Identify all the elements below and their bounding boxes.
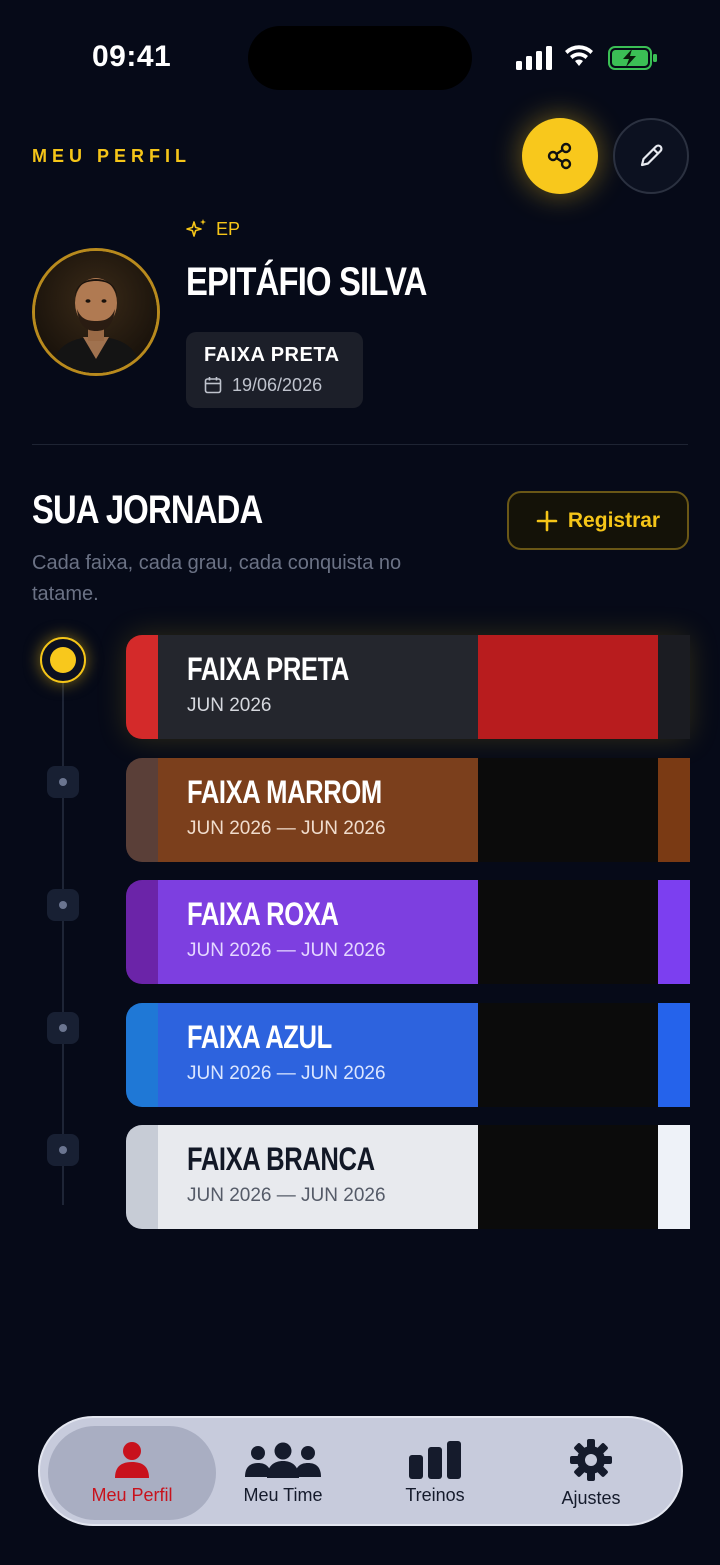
belt-stripe	[126, 758, 158, 862]
belt-stripe	[126, 1003, 158, 1107]
timeline-node	[47, 889, 79, 921]
belt-card-roxa[interactable]: FAIXA ROXA JUN 2026 — JUN 2026	[126, 880, 690, 984]
belt-date: JUN 2026 — JUN 2026	[187, 1063, 386, 1084]
belt-rank-bar	[478, 880, 658, 984]
profile-name: EPITÁFIO SILVA	[186, 260, 427, 304]
avatar[interactable]	[32, 248, 160, 376]
journey-title: SUA JORNADA	[32, 488, 263, 532]
belt-stripe	[126, 635, 158, 739]
gear-icon	[570, 1438, 612, 1481]
status-time: 09:41	[92, 40, 172, 73]
belt-date: JUN 2026 — JUN 2026	[187, 1185, 386, 1206]
belt-stripe	[126, 1125, 158, 1229]
edit-button[interactable]	[613, 118, 689, 194]
belt-title: FAIXA BRANCA	[187, 1141, 375, 1177]
timeline-node	[47, 1134, 79, 1166]
current-belt-card: FAIXA PRETA 19/06/2026	[186, 332, 363, 408]
bar-chart-icon	[409, 1440, 461, 1479]
tab-ajustes[interactable]: Ajustes	[526, 1426, 656, 1520]
cellular-signal-icon	[516, 46, 552, 70]
current-belt-date: 19/06/2026	[232, 375, 323, 395]
timeline-node	[47, 766, 79, 798]
belt-date: JUN 2026 — JUN 2026	[187, 940, 386, 961]
belt-tail	[658, 758, 690, 862]
belt-title: FAIXA PRETA	[187, 651, 350, 687]
sparkles-icon	[186, 219, 206, 237]
belt-card-marrom[interactable]: FAIXA MARROM JUN 2026 — JUN 2026	[126, 758, 690, 862]
tab-label: Meu Time	[243, 1484, 323, 1505]
timeline-node	[47, 1012, 79, 1044]
calendar-icon	[204, 377, 222, 394]
belt-card-branca[interactable]: FAIXA BRANCA JUN 2026 — JUN 2026	[126, 1125, 690, 1229]
share-button[interactable]	[522, 118, 598, 194]
plus-icon	[536, 510, 558, 531]
belt-stripe	[126, 880, 158, 984]
belt-tail	[658, 635, 690, 739]
belt-tail	[658, 880, 690, 984]
timeline-node-active	[40, 637, 86, 683]
timeline-line	[62, 680, 64, 1205]
status-bar: 09:41	[0, 0, 720, 110]
belt-date: JUN 2026	[187, 695, 272, 716]
belt-date: JUN 2026 — JUN 2026	[187, 818, 386, 839]
person-icon	[115, 1441, 149, 1478]
pencil-icon	[640, 144, 663, 167]
profile-photo	[35, 251, 157, 373]
register-label: Registrar	[567, 508, 661, 532]
section-label: MEU PERFIL	[32, 146, 192, 166]
tab-treinos[interactable]: Treinos	[370, 1426, 500, 1520]
team-icon	[245, 1442, 321, 1478]
belt-rank-bar	[478, 635, 658, 739]
belt-card-azul[interactable]: FAIXA AZUL JUN 2026 — JUN 2026	[126, 1003, 690, 1107]
dynamic-island	[248, 26, 472, 90]
belt-title: FAIXA AZUL	[187, 1019, 332, 1055]
tab-label: Meu Perfil	[91, 1484, 173, 1505]
belt-rank-bar	[478, 758, 658, 862]
tab-label: Treinos	[405, 1484, 465, 1505]
user-initials: EP	[216, 218, 241, 239]
belt-tail	[658, 1003, 690, 1107]
tab-bar: Meu Perfil Meu Time Treinos Ajustes	[38, 1416, 683, 1526]
share-icon	[547, 142, 572, 170]
register-button[interactable]: Registrar	[507, 491, 689, 550]
tab-meu-time[interactable]: Meu Time	[218, 1426, 348, 1520]
journey-subtitle: Cada faixa, cada grau, cada conquista no…	[32, 552, 402, 605]
battery-charging-icon	[608, 46, 657, 70]
belt-card-preta[interactable]: FAIXA PRETA JUN 2026	[126, 635, 690, 739]
belt-tail	[658, 1125, 690, 1229]
belt-rank-bar	[478, 1003, 658, 1107]
divider	[32, 444, 688, 445]
initials-row: EP	[186, 218, 240, 240]
belt-rank-bar	[478, 1125, 658, 1229]
wifi-icon	[565, 45, 593, 66]
tab-meu-perfil[interactable]: Meu Perfil	[48, 1426, 216, 1520]
tab-label: Ajustes	[561, 1487, 621, 1508]
belt-title: FAIXA ROXA	[187, 896, 339, 932]
current-belt-title: FAIXA PRETA	[204, 344, 340, 366]
belt-title: FAIXA MARROM	[187, 774, 382, 810]
